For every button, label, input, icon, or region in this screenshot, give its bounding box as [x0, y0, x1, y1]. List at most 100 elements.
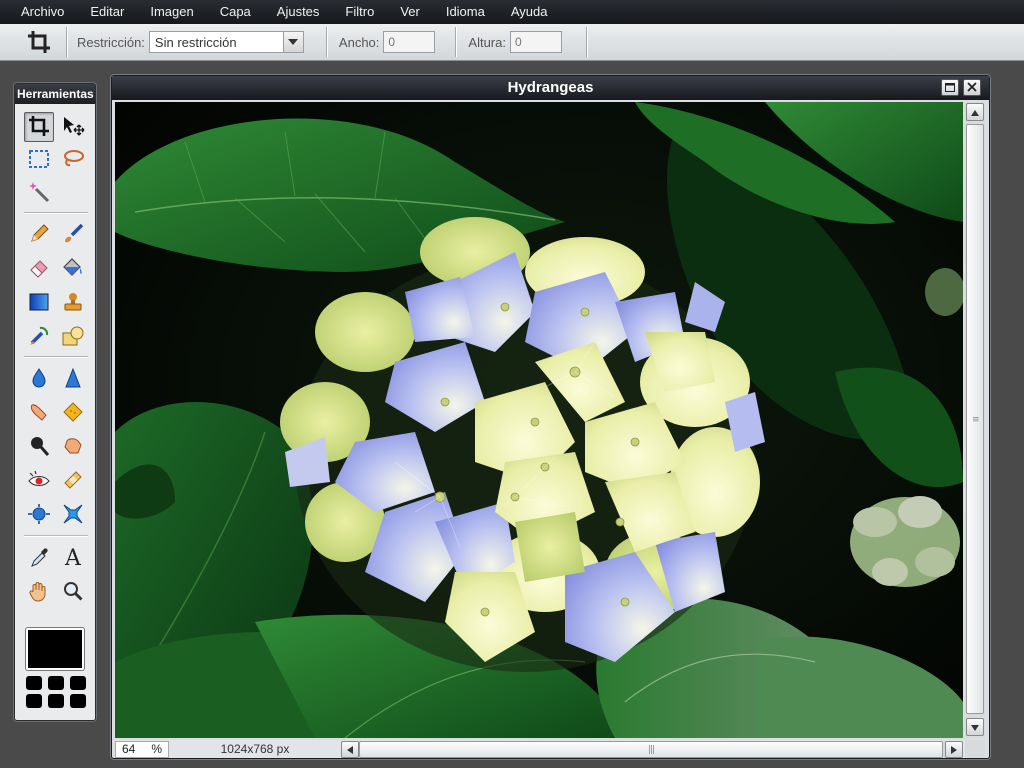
- menu-capa[interactable]: Capa: [207, 0, 264, 24]
- zoom-field[interactable]: 64 %: [115, 740, 169, 758]
- grip-icon: ≡: [972, 415, 979, 425]
- menu-editar[interactable]: Editar: [77, 0, 137, 24]
- color-replace-icon: [28, 325, 50, 350]
- width-input[interactable]: [383, 31, 436, 53]
- drop-icon: [28, 367, 50, 392]
- marquee-icon: [28, 148, 50, 173]
- menu-ver[interactable]: Ver: [387, 0, 433, 24]
- menu-archivo[interactable]: Archivo: [8, 0, 77, 24]
- scroll-up-button[interactable]: [966, 103, 984, 121]
- horizontal-scroll-thumb[interactable]: |||: [359, 741, 943, 758]
- scroll-left-button[interactable]: [341, 741, 359, 758]
- arrow-up-icon: [971, 105, 979, 119]
- blur-tool[interactable]: [24, 364, 54, 394]
- toolbar-divider: [325, 27, 327, 57]
- dodge-icon: [28, 435, 50, 460]
- arrow-down-icon: [971, 720, 979, 734]
- color-replace-tool[interactable]: [24, 322, 54, 352]
- eraser-icon: [28, 257, 50, 282]
- zoom-value: 64: [122, 742, 136, 756]
- bloat-tool[interactable]: [24, 500, 54, 530]
- preset-swatch[interactable]: [70, 694, 86, 708]
- tools-panel-title[interactable]: Herramientas: [15, 84, 95, 104]
- gradient-tool[interactable]: [24, 288, 54, 318]
- pinch-tool[interactable]: [58, 500, 88, 530]
- color-picker-tool[interactable]: [24, 543, 54, 573]
- menu-ayuda[interactable]: Ayuda: [498, 0, 561, 24]
- document-titlebar[interactable]: Hydrangeas: [112, 76, 989, 100]
- crop-tool[interactable]: [24, 112, 54, 142]
- red-eye-tool[interactable]: [24, 466, 54, 496]
- foreground-color-swatch[interactable]: [26, 628, 84, 670]
- gradient-icon: [28, 291, 50, 316]
- shape-icon: [61, 325, 85, 350]
- eraser-tool[interactable]: [24, 254, 54, 284]
- preset-swatch[interactable]: [48, 694, 64, 708]
- burn-tool[interactable]: [58, 432, 88, 462]
- restriction-select[interactable]: Sin restricción: [148, 31, 304, 53]
- tools-divider: [24, 212, 88, 213]
- horizontal-scrollbar[interactable]: |||: [341, 741, 963, 758]
- brush-icon: [62, 223, 84, 248]
- resize-corner[interactable]: [965, 740, 985, 758]
- preset-swatch[interactable]: [70, 676, 86, 690]
- shape-tool[interactable]: [58, 322, 88, 352]
- sharpen-tool[interactable]: [58, 364, 88, 394]
- magnifier-icon: [62, 580, 84, 605]
- menu-filtro[interactable]: Filtro: [332, 0, 387, 24]
- tools-panel: Herramientas A: [14, 83, 96, 721]
- options-toolbar: Restricción: Sin restricción Ancho: Altu…: [0, 24, 1024, 61]
- document-window: Hydrangeas ≡ 64 % 1024x768 px |||: [111, 75, 990, 759]
- pencil-icon: [28, 223, 50, 248]
- magic-wand-tool[interactable]: [24, 178, 54, 208]
- arrow-right-icon: [951, 743, 957, 757]
- maximize-button[interactable]: [941, 79, 959, 96]
- spot-heal-tool[interactable]: [58, 466, 88, 496]
- burn-hand-icon: [62, 435, 84, 460]
- menubar: Archivo Editar Imagen Capa Ajustes Filtr…: [0, 0, 1024, 24]
- sponge-tool[interactable]: [58, 398, 88, 428]
- marquee-tool[interactable]: [24, 145, 54, 175]
- zoom-tool[interactable]: [58, 577, 88, 607]
- restriction-label: Restricción:: [77, 34, 145, 50]
- type-tool[interactable]: A: [58, 543, 88, 573]
- menu-idioma[interactable]: Idioma: [433, 0, 498, 24]
- arrow-left-icon: [347, 743, 353, 757]
- move-tool[interactable]: [58, 112, 88, 142]
- close-button[interactable]: [963, 79, 981, 96]
- clone-stamp-icon: [62, 291, 84, 316]
- lasso-tool[interactable]: [58, 145, 88, 175]
- height-label: Altura:: [468, 34, 506, 50]
- image-canvas[interactable]: [115, 102, 963, 738]
- tools-divider: [24, 535, 88, 536]
- bandage-icon: [62, 469, 84, 494]
- vertical-scrollbar[interactable]: ≡: [965, 102, 985, 738]
- scroll-right-button[interactable]: [945, 741, 963, 758]
- smudge-tool[interactable]: [24, 398, 54, 428]
- height-input[interactable]: [509, 31, 562, 53]
- toolbar-divider: [455, 27, 457, 57]
- chevron-down-icon[interactable]: [282, 32, 303, 52]
- eyedropper-icon: [28, 546, 50, 571]
- type-icon: A: [65, 545, 81, 571]
- pencil-tool[interactable]: [24, 220, 54, 250]
- menu-ajustes[interactable]: Ajustes: [264, 0, 333, 24]
- menu-imagen[interactable]: Imagen: [137, 0, 206, 24]
- stamp-tool[interactable]: [58, 288, 88, 318]
- sponge-icon: [62, 401, 84, 426]
- vertical-scroll-thumb[interactable]: ≡: [966, 124, 984, 714]
- hydrangea-photo: [115, 102, 963, 738]
- brush-tool[interactable]: [58, 220, 88, 250]
- hand-tool[interactable]: [24, 577, 54, 607]
- grip-icon: |||: [647, 744, 655, 755]
- dodge-tool[interactable]: [24, 432, 54, 462]
- scroll-down-button[interactable]: [966, 718, 984, 736]
- preset-swatch[interactable]: [26, 676, 42, 690]
- preset-swatch[interactable]: [26, 694, 42, 708]
- paint-bucket-icon: [61, 257, 85, 282]
- fill-tool[interactable]: [58, 254, 88, 284]
- crop-icon: [24, 27, 54, 57]
- preset-swatch[interactable]: [48, 676, 64, 690]
- magic-wand-icon: [28, 181, 50, 206]
- maximize-icon: [945, 81, 955, 95]
